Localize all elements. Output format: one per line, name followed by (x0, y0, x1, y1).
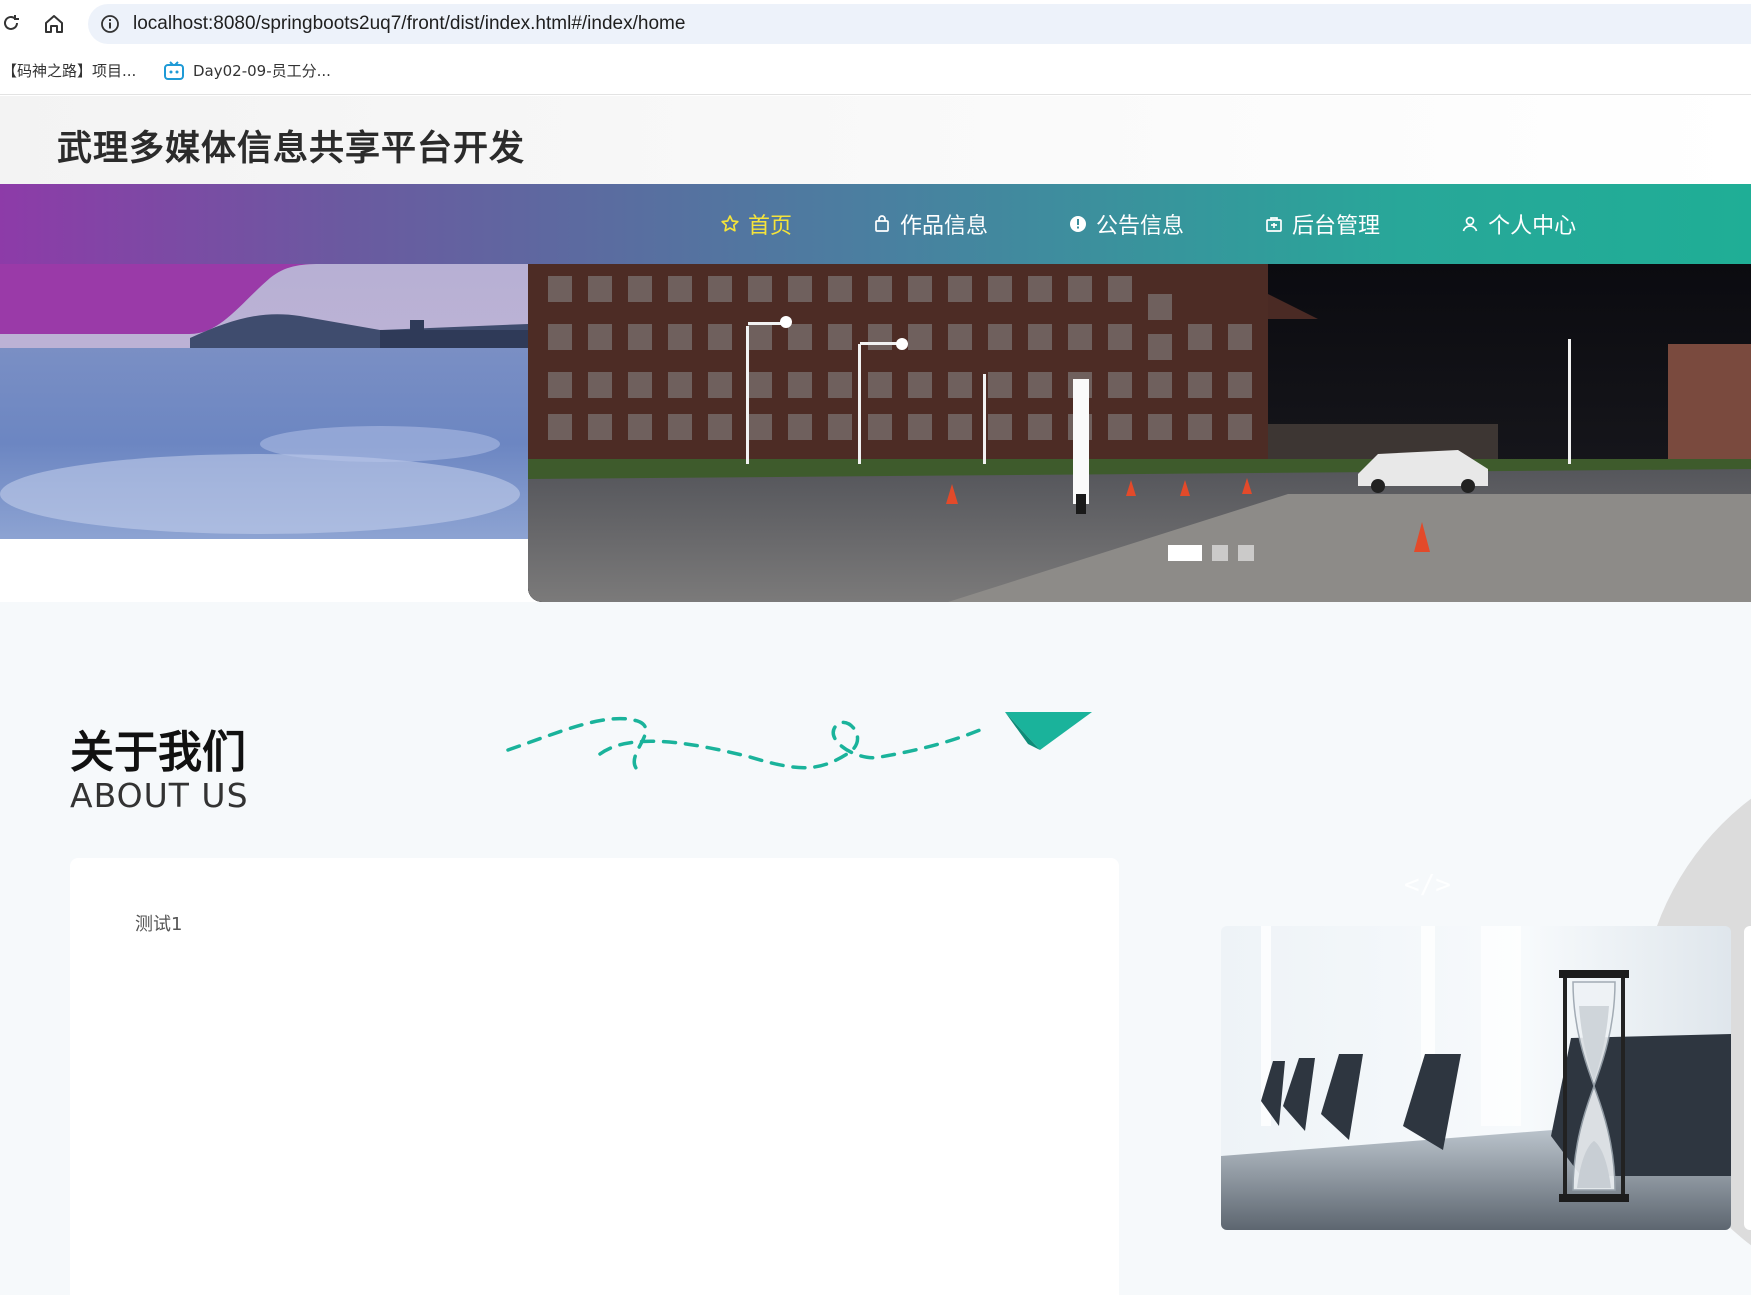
carousel-dot[interactable] (1212, 545, 1228, 561)
code-icon: </> (1404, 870, 1451, 900)
about-section: 关于我们 ABOUT US 测试1 </> (0, 602, 1751, 1295)
about-content: 测试1 (135, 914, 183, 935)
about-title: 关于我们 (70, 727, 246, 778)
user-icon (1460, 214, 1480, 234)
reload-icon[interactable] (0, 12, 22, 34)
nav-item-label: 作品信息 (900, 214, 989, 239)
about-image-edge (1744, 926, 1751, 1230)
nav-item-label: 后台管理 (1292, 214, 1381, 239)
lake-image (0, 264, 528, 539)
about-subtitle: ABOUT US (70, 776, 249, 815)
nav-item-notices[interactable]: 公告信息 (1068, 208, 1184, 240)
site-info-icon[interactable] (100, 14, 120, 34)
about-image (1221, 926, 1731, 1230)
nav-item-works[interactable]: 作品信息 (872, 208, 988, 240)
home-icon[interactable] (42, 12, 66, 36)
nav-item-profile[interactable]: 个人中心 (1460, 208, 1576, 240)
nav-item-label: 首页 (748, 214, 793, 239)
bookmark-label: Day02-09-员工分... (193, 62, 331, 80)
browser-toolbar: localhost:8080/springboots2uq7/front/dis… (0, 0, 1751, 48)
carousel-dot[interactable] (1238, 545, 1254, 561)
bookmark-item[interactable]: Day02-09-员工分... (163, 60, 331, 81)
site-title: 武理多媒体信息共享平台开发 (57, 129, 526, 169)
carousel-indicators (1168, 545, 1254, 561)
bilibili-icon (163, 60, 185, 81)
box-icon (1264, 214, 1284, 234)
star-icon (720, 214, 740, 234)
bookmarks-bar: 【码神之路】项目... Day02-09-员工分... (0, 48, 1751, 95)
nav-item-label: 公告信息 (1096, 214, 1185, 239)
bag-icon (872, 214, 892, 234)
paper-plane-icon (506, 712, 1092, 774)
info-circle-icon (1068, 214, 1088, 234)
bookmark-label: 【码神之路】项目... (2, 62, 137, 80)
about-card: 测试1 (70, 858, 1119, 1295)
carousel-dot[interactable] (1168, 545, 1202, 561)
url-text: localhost:8080/springboots2uq7/front/dis… (133, 13, 686, 34)
nav-item-label: 个人中心 (1488, 214, 1577, 239)
bookmark-item[interactable]: 【码神之路】项目... (2, 60, 136, 81)
site-header: 武理多媒体信息共享平台开发 (0, 96, 1751, 184)
hero-banner: 首页 作品信息 公告信息 后台管理 个人中心 (0, 184, 1751, 602)
main-nav: 首页 作品信息 公告信息 后台管理 个人中心 (720, 184, 1656, 264)
nav-item-admin[interactable]: 后台管理 (1264, 208, 1380, 240)
address-bar[interactable]: localhost:8080/springboots2uq7/front/dis… (88, 4, 1751, 44)
nav-item-home[interactable]: 首页 (720, 208, 792, 240)
carousel-slide[interactable] (528, 264, 1751, 602)
